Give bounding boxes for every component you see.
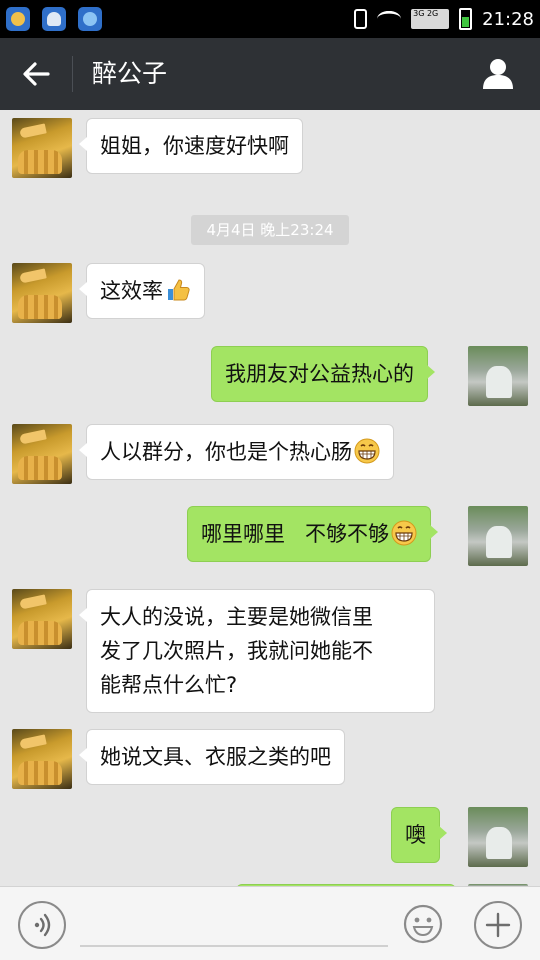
chat-header: 醉公子 <box>0 38 540 110</box>
message-bubble-received[interactable]: 这效率 <box>79 263 205 319</box>
emoji-button[interactable] <box>402 903 444 945</box>
contact-avatar[interactable] <box>12 263 72 323</box>
message-text: 哪里哪里 不够不够 <box>201 522 390 546</box>
grin-emoji <box>391 520 417 546</box>
grin-emoji <box>354 438 380 464</box>
message-bubble-received[interactable]: 她说文具、衣服之类的吧 <box>79 729 345 785</box>
signal-icon: 3G 2G <box>411 9 450 29</box>
message-line: 发了几次照片，我就问她能不 <box>100 639 373 663</box>
message-text: 她说文具、衣服之类的吧 <box>100 745 331 769</box>
header-divider <box>72 56 73 92</box>
status-bar: 3G 2G 21:28 <box>0 0 540 38</box>
back-arrow-icon <box>23 62 50 86</box>
battery-icon <box>459 8 473 30</box>
contact-avatar[interactable] <box>12 729 72 789</box>
message-line: 大人的没说，主要是她微信里 <box>100 605 373 629</box>
message-bubble-sent[interactable]: 我朋友对公益热心的 <box>211 346 435 402</box>
message-input[interactable] <box>80 945 388 947</box>
my-avatar[interactable] <box>468 346 528 406</box>
my-avatar[interactable] <box>468 807 528 867</box>
contact-avatar[interactable] <box>12 589 72 649</box>
message-text: 噢 <box>405 823 426 847</box>
network-label: 3G 2G <box>413 9 439 18</box>
voice-button[interactable] <box>18 901 66 949</box>
message-timestamp: 4月4日 晚上23:24 <box>191 215 349 245</box>
plus-icon <box>485 912 511 938</box>
thumbs-up-emoji <box>168 279 190 301</box>
weather-app-icon <box>42 7 66 31</box>
message-text: 这效率 <box>100 279 163 303</box>
message-bubble-sent[interactable]: 哪里哪里 不够不够 <box>187 506 439 562</box>
message-text: 姐姐，你速度好快啊 <box>100 134 289 158</box>
person-icon <box>483 59 513 89</box>
message-bubble-received[interactable]: 大人的没说，主要是她微信里 发了几次照片，我就问她能不 能帮点什么忙? <box>79 589 435 713</box>
message-text: 人以群分，你也是个热心肠 <box>100 440 352 464</box>
message-bubble-received[interactable]: 姐姐，你速度好快啊 <box>79 118 303 174</box>
more-button[interactable] <box>474 901 522 949</box>
notification-app-icon <box>6 7 30 31</box>
back-button[interactable] <box>18 56 54 92</box>
contact-avatar[interactable] <box>12 118 72 178</box>
input-bar <box>0 886 540 960</box>
my-avatar[interactable] <box>468 506 528 566</box>
profile-button[interactable] <box>480 56 516 92</box>
wifi-icon <box>377 10 402 27</box>
contact-avatar[interactable] <box>12 424 72 484</box>
chat-title: 醉公子 <box>92 59 168 88</box>
message-bubble-received[interactable]: 人以群分，你也是个热心肠 <box>79 424 394 480</box>
phone-vibrate-icon <box>354 9 368 29</box>
message-line: 能帮点什么忙? <box>100 673 238 697</box>
status-time: 21:28 <box>482 8 534 30</box>
message-bubble-sent[interactable]: 噢 <box>391 807 447 863</box>
chat-list[interactable]: 姐姐，你速度好快啊 4月4日 晚上23:24 这效率 我朋友对公益热心的 人以群… <box>0 110 540 886</box>
voice-input-icon <box>34 913 51 937</box>
browser-app-icon <box>78 7 102 31</box>
emoji-face-icon <box>403 904 443 944</box>
message-text: 我朋友对公益热心的 <box>225 362 414 386</box>
